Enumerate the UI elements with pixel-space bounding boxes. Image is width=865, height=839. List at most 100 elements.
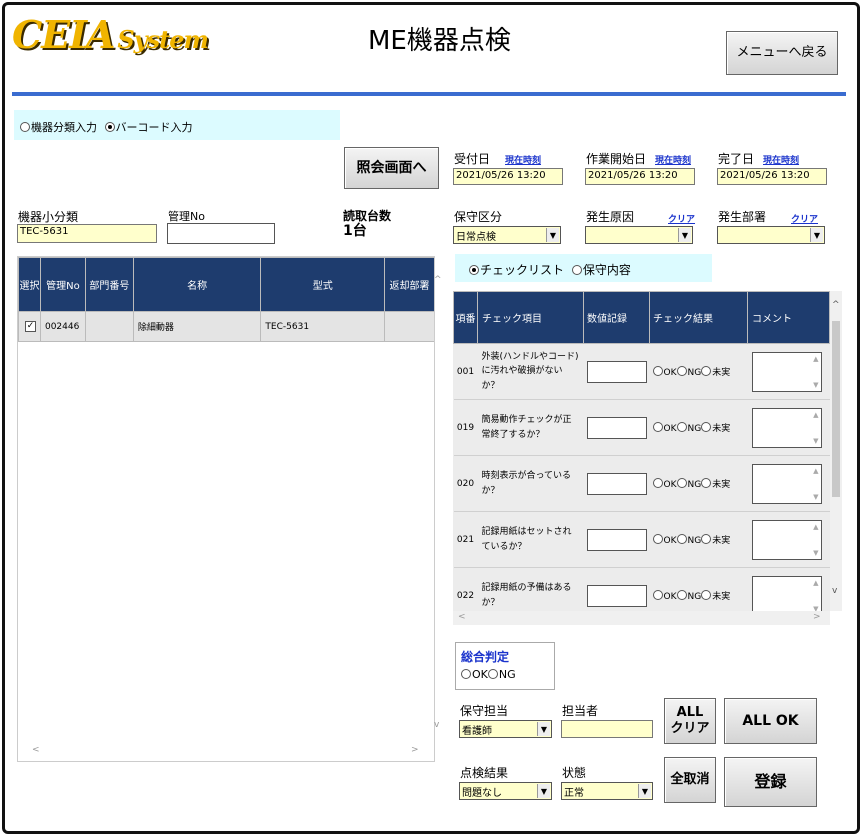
maintenance-type-select[interactable]: 日常点検 ▼ [453,226,561,244]
numeric-record-input[interactable] [586,528,647,551]
result-radio[interactable] [652,422,663,432]
comment-textarea[interactable]: ▲ ▼ [751,575,822,611]
comment-textarea[interactable]: ▲ ▼ [751,351,822,392]
device-subcategory-label: 機器小分類 [18,210,79,224]
result-radio[interactable] [676,422,687,432]
spin-up-icon[interactable]: ▲ [813,467,818,475]
result-radio[interactable] [652,590,663,600]
result-radio[interactable] [676,366,687,376]
chevron-down-icon: ▼ [810,228,823,242]
result-radio[interactable] [701,422,712,432]
chevron-left-icon[interactable]: < [458,612,466,622]
cause-clear-link[interactable]: クリア [668,212,695,225]
row-item-no: 020 [453,455,478,512]
checklist-row[interactable]: 020 時刻表示が合っているか？ OK NG 未実 ▲ ▼ [453,455,830,512]
chevron-up-icon[interactable]: ^ [434,275,442,285]
result-radio[interactable] [701,534,712,544]
comment-textarea[interactable]: ▲ ▼ [751,407,822,448]
dept-select[interactable]: ▼ [717,226,825,244]
result-radio[interactable] [701,478,712,488]
checklist-vscroll[interactable] [830,291,842,611]
barcode-input-radio[interactable] [104,122,115,132]
chevron-right-icon[interactable]: > [813,612,821,622]
completed-field[interactable]: 2021/05/26 13:20 [717,168,827,185]
completed-now-link[interactable]: 現在時刻 [763,153,799,166]
inspection-result-select[interactable]: 問題なし ▼ [459,782,552,800]
maintenance-content-radio[interactable] [571,265,582,275]
spin-up-icon[interactable]: ▲ [813,579,818,587]
checklist-row[interactable]: 001 外装(ハンドルやコード)に汚れや破損がないか？ OK NG 未実 ▲ ▼ [453,343,830,400]
work-start-field[interactable]: 2021/05/26 13:20 [585,168,695,185]
result-option-label: 未実 [712,368,731,378]
received-date-field[interactable]: 2021/05/26 13:20 [453,168,563,185]
result-radio[interactable] [701,366,712,376]
row-model: TEC-5631 [260,311,386,342]
numeric-record-input[interactable] [586,584,647,607]
row-item-no: 001 [453,343,478,400]
person-in-charge-label: 担当者 [562,704,599,718]
management-no-input[interactable] [167,223,275,244]
numeric-record-input[interactable] [586,472,647,495]
chevron-down-icon[interactable]: v [832,586,837,596]
all-ok-button[interactable]: ALL OK [724,698,817,744]
spin-down-icon[interactable]: ▼ [813,549,818,557]
checklist-row[interactable]: 022 記録用紙の予備はあるか？ OK NG 未実 ▲ ▼ [453,567,830,611]
status-select[interactable]: 正常 ▼ [561,782,653,800]
maintenance-person-select[interactable]: 看護師 ▼ [459,720,552,738]
status-label: 状態 [562,766,587,780]
result-radio[interactable] [701,590,712,600]
result-radio[interactable] [676,478,687,488]
spin-down-icon[interactable]: ▼ [813,381,818,389]
checklist-hscroll[interactable]: < > [453,611,830,625]
result-option-label: 未実 [712,424,731,434]
row-check-item: 記録用紙の予備はあるか？ [477,567,584,611]
inquiry-screen-button[interactable]: 照会画面へ [344,147,439,189]
result-radio[interactable] [652,478,663,488]
person-in-charge-field[interactable] [561,720,653,738]
cause-select[interactable]: ▼ [585,226,693,244]
read-count-label: 読取台数 [343,209,392,223]
result-radio[interactable] [652,366,663,376]
register-button[interactable]: 登録 [724,757,817,807]
work-start-now-link[interactable]: 現在時刻 [655,153,691,166]
checklist-row[interactable]: 021 記録用紙はセットされているか？ OK NG 未実 ▲ ▼ [453,511,830,568]
chevron-down-icon[interactable]: v [434,720,439,730]
menu-back-button[interactable]: メニューへ戻る [726,31,838,75]
all-clear-button[interactable]: ALL クリア [664,698,716,744]
comment-textarea[interactable]: ▲ ▼ [751,463,822,504]
row-item-no: 019 [453,399,478,456]
device-subcategory-field[interactable]: TEC-5631 [17,224,157,243]
table-row[interactable]: ✓ 002446 除細動器 TEC-5631 [18,311,434,342]
result-radio[interactable] [652,534,663,544]
chevron-right-icon[interactable]: > [411,745,419,755]
checklist-row[interactable]: 019 簡易動作チェックが正常終了するか？ OK NG 未実 ▲ ▼ [453,399,830,456]
device-table: 選択 管理No 部門番号 名称 型式 返却部署 ✓ 002446 除細動器 TE… [18,257,434,342]
spin-up-icon[interactable]: ▲ [813,523,818,531]
spin-up-icon[interactable]: ▲ [813,355,818,363]
row-return-dept [384,311,434,342]
chevron-left-icon[interactable]: < [32,745,40,755]
result-radio[interactable] [676,590,687,600]
chevron-up-icon[interactable]: ^ [832,300,840,310]
overall-ok-radio[interactable] [461,669,471,679]
numeric-record-input[interactable] [586,360,647,383]
result-radio-group: OK NG 未実 [649,455,748,512]
spin-down-icon[interactable]: ▼ [813,493,818,501]
spin-up-icon[interactable]: ▲ [813,411,818,419]
checklist-radio[interactable] [469,265,479,275]
row-select-checkbox[interactable]: ✓ [25,321,36,332]
received-now-link[interactable]: 現在時刻 [505,153,541,166]
comment-textarea[interactable]: ▲ ▼ [751,519,822,560]
spin-down-icon[interactable]: ▼ [813,437,818,445]
dept-clear-link[interactable]: クリア [791,212,818,225]
col-name: 名称 [132,257,262,312]
row-dept-no [84,311,134,342]
overall-ng-radio[interactable] [487,669,498,679]
chevron-down-icon: ▼ [537,722,550,736]
col-comment: コメント [747,291,830,344]
numeric-record-input[interactable] [586,416,647,439]
scroll-thumb[interactable] [832,321,840,497]
cancel-all-button[interactable]: 全取消 [664,757,716,803]
result-radio[interactable] [676,534,687,544]
category-input-radio[interactable] [20,122,30,132]
